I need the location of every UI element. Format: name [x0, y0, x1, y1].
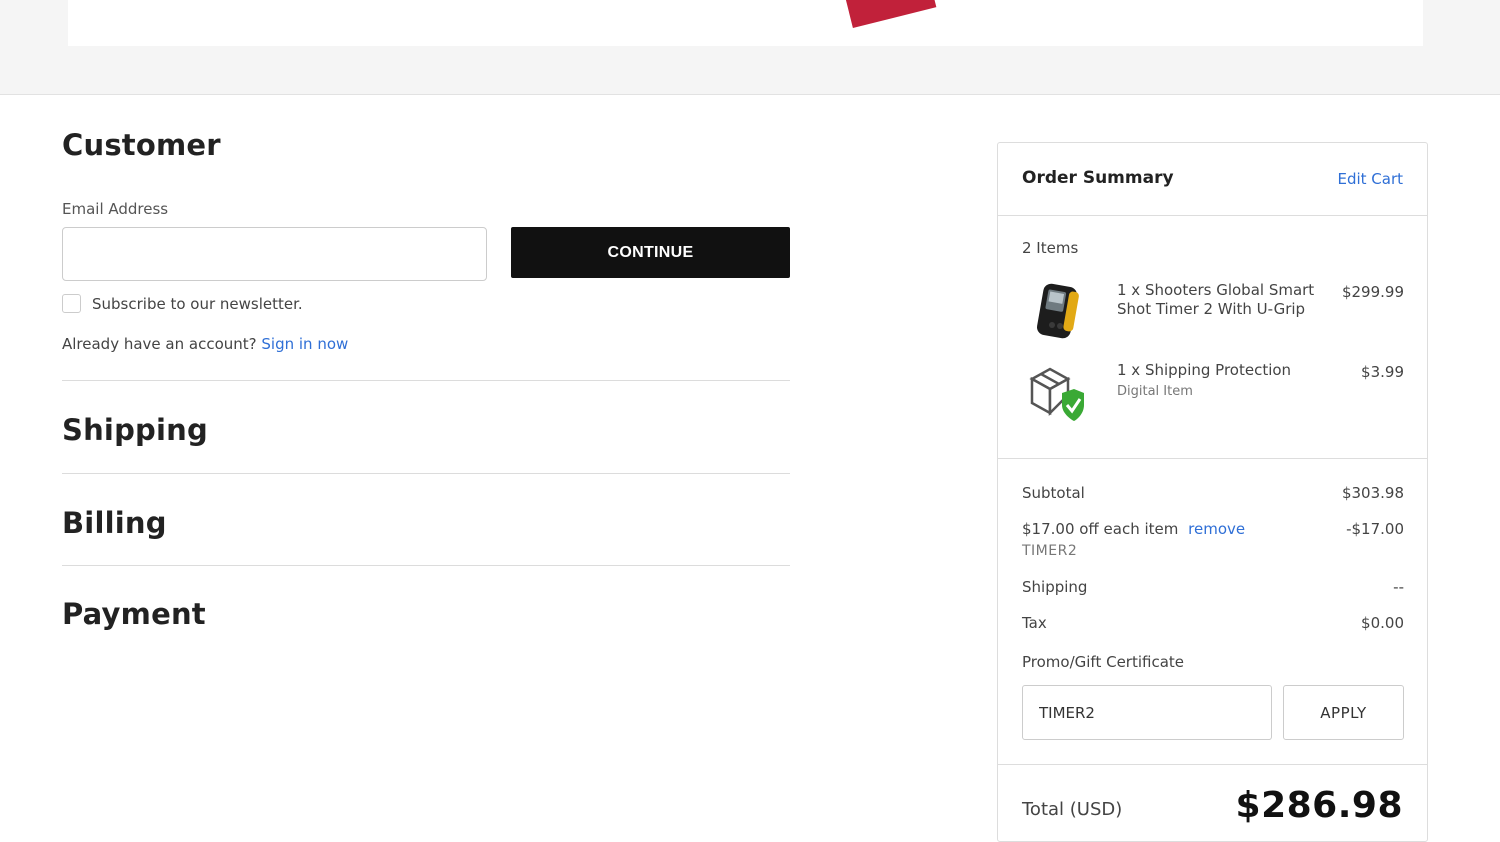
edit-cart-link[interactable]: Edit Cart	[1337, 170, 1403, 188]
newsletter-row: Subscribe to our newsletter.	[62, 294, 303, 313]
tax-row: Tax $0.00	[1022, 614, 1404, 632]
tax-value: $0.00	[1361, 614, 1404, 632]
order-summary-title: Order Summary	[1022, 168, 1174, 188]
section-divider	[62, 565, 790, 566]
discount-value: -$17.00	[1346, 520, 1404, 538]
discount-label: $17.00 off each item	[1022, 520, 1179, 538]
section-divider	[62, 380, 790, 381]
promo-label: Promo/Gift Certificate	[1022, 653, 1185, 671]
billing-title[interactable]: Billing	[62, 506, 167, 540]
customer-title: Customer	[62, 128, 221, 162]
account-prompt-row: Already have an account? Sign in now	[62, 335, 348, 353]
summary-divider	[998, 764, 1427, 765]
summary-divider	[998, 458, 1427, 459]
shipping-protection-icon	[1022, 361, 1092, 425]
sign-in-link[interactable]: Sign in now	[261, 335, 348, 353]
discount-row: $17.00 off each item remove -$17.00	[1022, 520, 1404, 538]
shipping-label: Shipping	[1022, 578, 1088, 596]
header-card	[68, 0, 1423, 46]
subtotal-row: Subtotal $303.98	[1022, 484, 1404, 502]
total-label: Total (USD)	[1022, 799, 1123, 820]
email-field[interactable]	[62, 227, 487, 281]
item-price: $299.99	[1341, 283, 1404, 301]
coupon-code: TIMER2	[1022, 543, 1078, 559]
payment-title[interactable]: Payment	[62, 597, 206, 631]
header-band	[0, 0, 1500, 95]
promo-code-input[interactable]	[1022, 685, 1272, 740]
brand-logo-fragment	[845, 0, 937, 28]
item-name: 1 x Shooters Global Smart Shot Timer 2 W…	[1117, 281, 1315, 318]
subtotal-value: $303.98	[1341, 484, 1404, 502]
newsletter-label[interactable]: Subscribe to our newsletter.	[92, 295, 303, 313]
shipping-value: --	[1393, 578, 1404, 596]
tax-label: Tax	[1022, 614, 1047, 632]
email-label: Email Address	[62, 200, 169, 218]
section-divider	[62, 473, 790, 474]
newsletter-checkbox[interactable]	[62, 294, 81, 313]
item-name: 1 x Shipping Protection	[1117, 361, 1292, 379]
items-count: 2 Items	[1022, 239, 1079, 257]
shipping-row: Shipping --	[1022, 578, 1404, 596]
continue-button[interactable]: CONTINUE	[511, 227, 790, 278]
order-summary: Order Summary Edit Cart 2 Items 1 x Shoo…	[997, 142, 1428, 842]
item-price: $3.99	[1361, 363, 1404, 381]
apply-button[interactable]: APPLY	[1283, 685, 1404, 740]
account-prompt: Already have an account?	[62, 335, 257, 353]
remove-coupon-link[interactable]: remove	[1188, 520, 1245, 538]
item-subtext: Digital Item	[1117, 384, 1193, 399]
promo-label-row: Promo/Gift Certificate	[1022, 653, 1404, 671]
shot-timer-icon	[1022, 281, 1092, 345]
total-value: $286.98	[1235, 785, 1403, 826]
subtotal-label: Subtotal	[1022, 484, 1085, 502]
shipping-title[interactable]: Shipping	[62, 413, 208, 447]
order-summary-header: Order Summary Edit Cart	[998, 143, 1427, 216]
